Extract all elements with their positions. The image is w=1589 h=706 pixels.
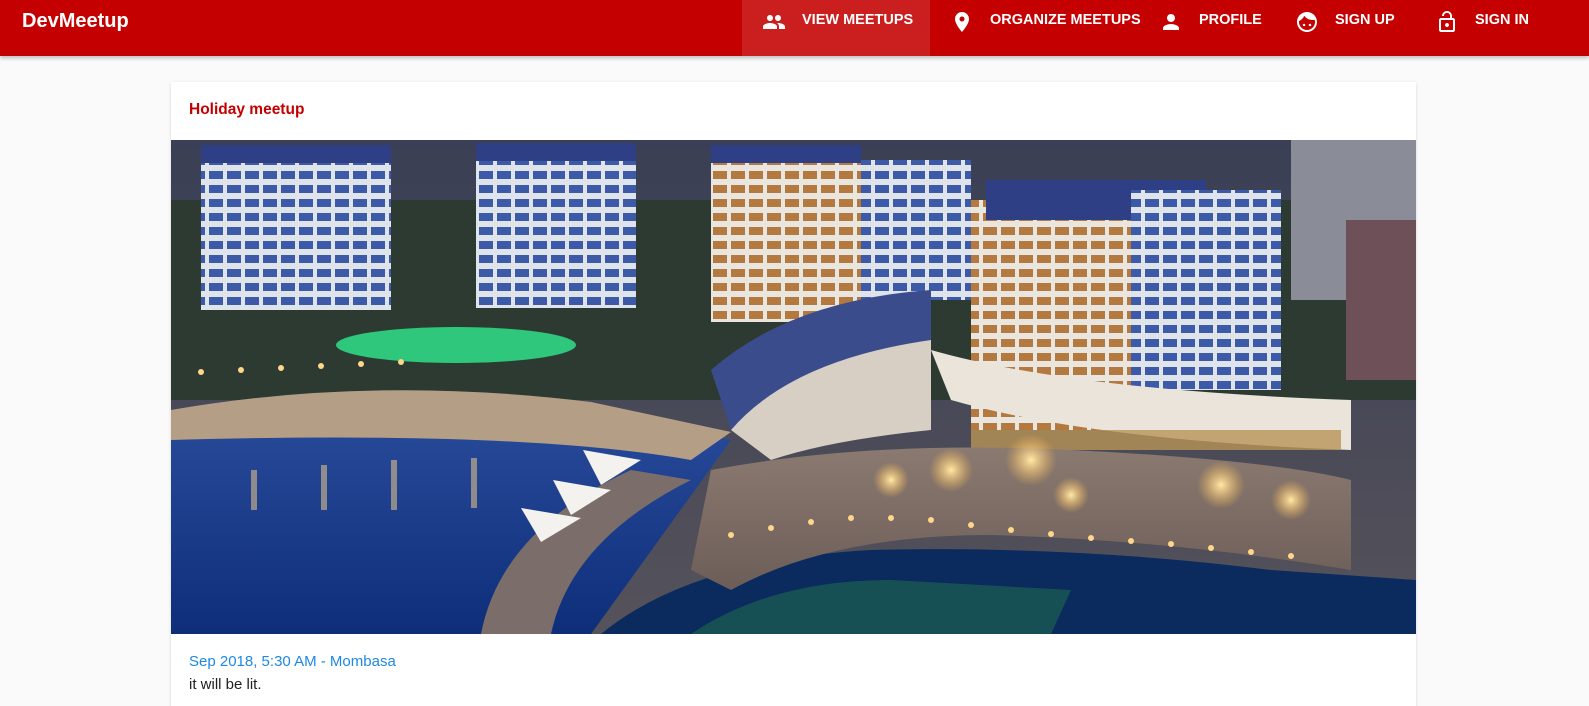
- meetup-date-location: Sep 2018, 5:30 AM - Mombasa: [189, 653, 396, 670]
- lock-open-icon: [1435, 10, 1459, 34]
- brand-link[interactable]: DevMeetup: [22, 0, 129, 56]
- face-icon: [1295, 10, 1319, 34]
- meetup-description: it will be lit.: [189, 676, 262, 693]
- nav-label: Sign In: [1475, 12, 1529, 28]
- nav-sign-in[interactable]: Sign In: [1415, 0, 1545, 56]
- location-pin-icon: [950, 10, 974, 34]
- meetup-title: Holiday meetup: [189, 101, 305, 118]
- meetup-card: Holiday meetup Sep 2018, 5:30 AM - Momba…: [171, 82, 1416, 706]
- person-icon: [1159, 10, 1183, 34]
- nav-label: Organize Meetups: [990, 12, 1141, 28]
- nav-sign-up[interactable]: Sign Up: [1275, 0, 1415, 56]
- nav-view-meetups[interactable]: View Meetups: [742, 0, 930, 56]
- nav-label: View Meetups: [802, 12, 914, 28]
- main-nav: View Meetups Organize Meetups Profile Si…: [742, 0, 1545, 56]
- meetup-image: [171, 140, 1416, 634]
- nav-label: Sign Up: [1335, 12, 1395, 28]
- nav-organize-meetups[interactable]: Organize Meetups: [930, 0, 1141, 56]
- app-toolbar: DevMeetup View Meetups Organize Meetups …: [0, 0, 1589, 56]
- nav-profile[interactable]: Profile: [1139, 0, 1275, 56]
- people-icon: [762, 10, 786, 34]
- nav-label: Profile: [1199, 12, 1262, 28]
